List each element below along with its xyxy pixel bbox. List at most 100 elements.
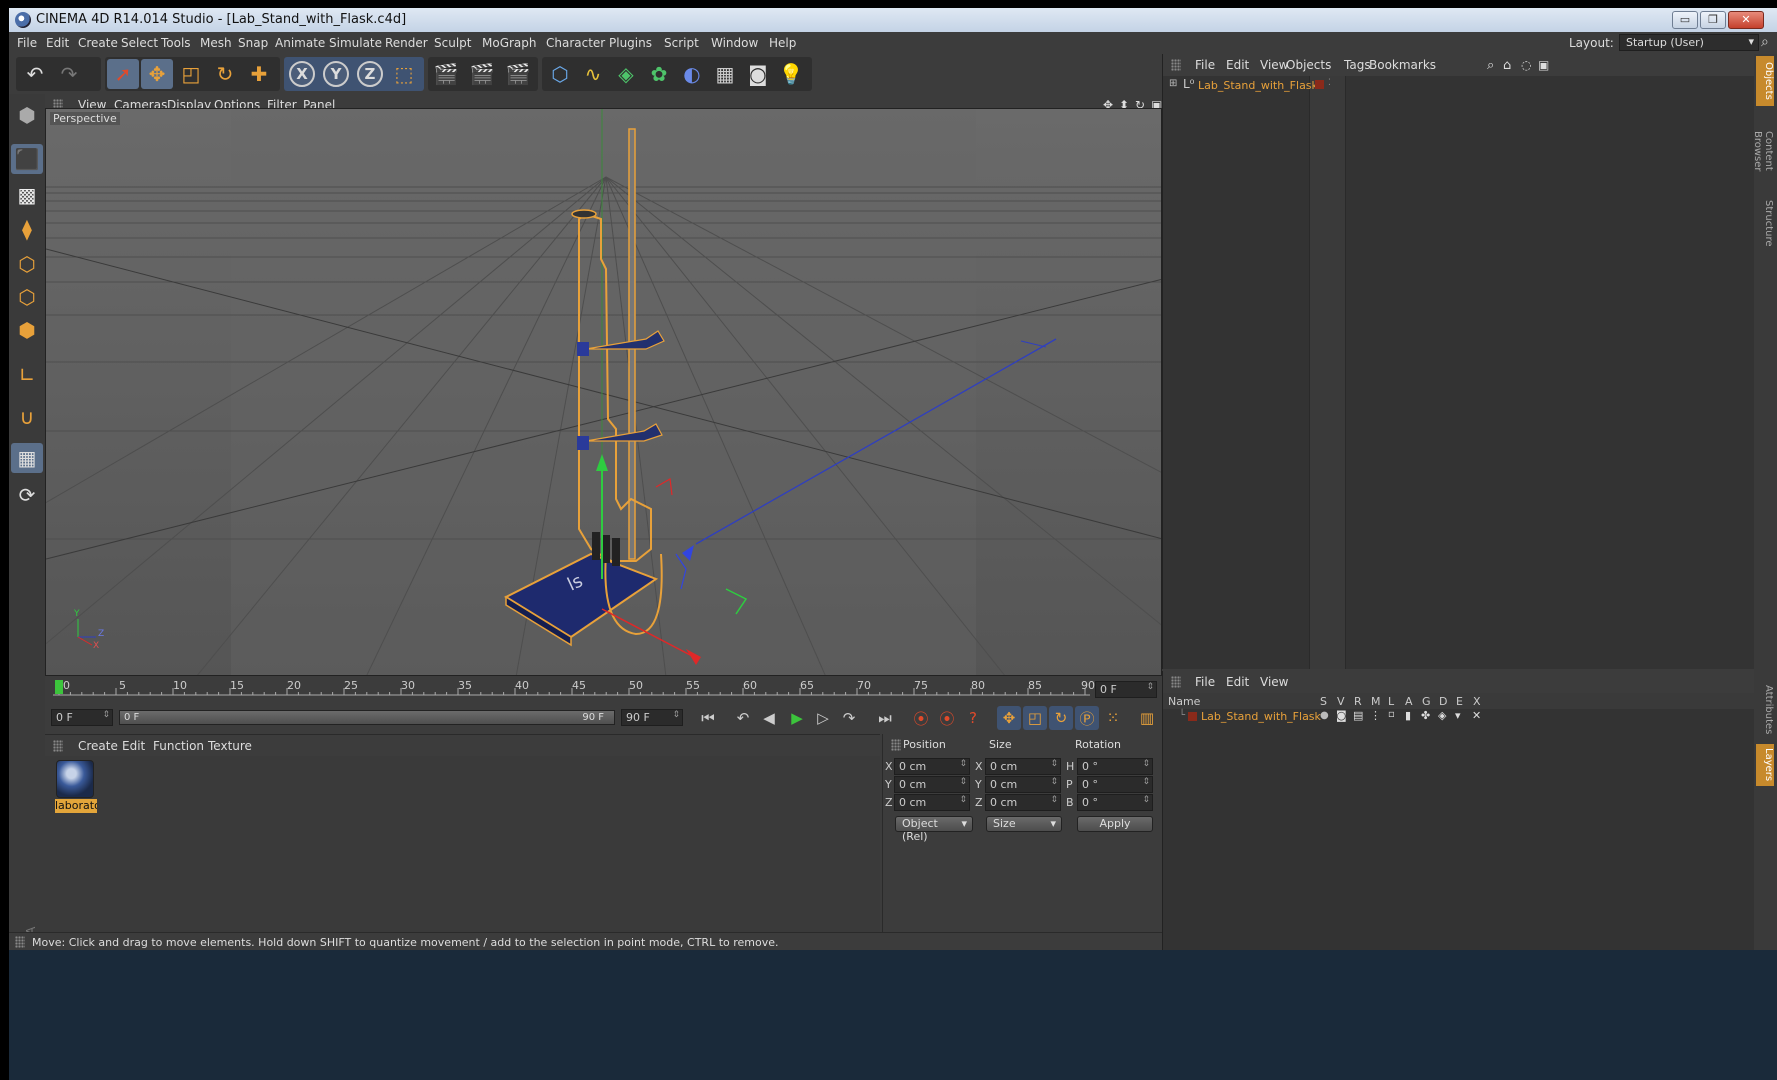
animation-toggle-icon[interactable]: ▮ [1405, 709, 1411, 722]
rotation-b-field[interactable]: 0 ° [1077, 794, 1153, 811]
panel-grip-icon[interactable] [15, 936, 25, 948]
move-tool-icon[interactable]: ✥ [141, 59, 173, 89]
material-menu-create[interactable]: Create [78, 739, 118, 753]
go-to-start-icon[interactable]: ⏮ [696, 706, 720, 730]
locked-workplane-icon[interactable]: ⟳ [11, 480, 43, 510]
om-menu-tags[interactable]: Tags [1344, 58, 1371, 72]
generators-toggle-icon[interactable]: ✤ [1421, 709, 1430, 722]
menu-snap[interactable]: Snap [238, 36, 268, 50]
close-button[interactable]: ✕ [1728, 11, 1764, 29]
make-editable-icon[interactable]: ⬢ [11, 100, 43, 130]
visibility-dots-icon[interactable]: ⁚ [1328, 78, 1331, 88]
camera-icon[interactable]: ◙ [742, 59, 774, 89]
minimize-button[interactable]: ▭ [1672, 11, 1698, 29]
layout-dropdown[interactable]: Startup (User) [1619, 34, 1759, 51]
menu-help[interactable]: Help [769, 36, 796, 50]
render-picture-viewer-icon[interactable]: 🎬 [466, 59, 498, 89]
redo-icon[interactable]: ↷ [53, 59, 85, 89]
menu-tools[interactable]: Tools [161, 36, 191, 50]
tab-attributes[interactable]: Attributes [1756, 680, 1774, 740]
menu-simulate[interactable]: Simulate [329, 36, 382, 50]
new-window-icon[interactable]: ▣ [1538, 58, 1549, 72]
position-y-field[interactable]: 0 cm [894, 776, 970, 793]
search-icon[interactable]: ⌕ [1761, 34, 1769, 50]
position-x-field[interactable]: 0 cm [894, 758, 970, 775]
subdivision-surface-icon[interactable]: ◈ [610, 59, 642, 89]
deformer-icon[interactable]: ◐ [676, 59, 708, 89]
expressions-toggle-icon[interactable]: ▾ [1455, 709, 1461, 722]
points-mode-icon[interactable]: ⬡ [11, 249, 43, 279]
rotation-p-field[interactable]: 0 ° [1077, 776, 1153, 793]
material-preview-thumbnail[interactable] [56, 760, 94, 798]
coordinate-system-icon[interactable]: ⬚ [388, 59, 420, 89]
menu-mesh[interactable]: Mesh [200, 36, 232, 50]
play-icon[interactable]: ▶ [785, 706, 809, 730]
tab-layers[interactable]: Layers [1756, 744, 1774, 786]
size-y-field[interactable]: 0 cm [985, 776, 1061, 793]
om-menu-view[interactable]: View [1260, 58, 1288, 72]
tab-structure[interactable]: Structure [1756, 196, 1774, 250]
x-axis-lock-button[interactable]: X [289, 61, 315, 87]
texture-mode-icon[interactable]: ▩ [11, 180, 43, 210]
restore-button[interactable]: ❐ [1700, 11, 1726, 29]
edges-mode-icon[interactable]: ⬡ [11, 282, 43, 312]
spline-icon[interactable]: ∿ [577, 59, 609, 89]
layer-row[interactable]: └ Lab_Stand_with_Flask ● ◙ ▤ ⋮ ▫ ▮ ✤ ◈ ▾… [1163, 709, 1754, 725]
previous-frame-icon[interactable]: ◀ [757, 706, 781, 730]
menu-character[interactable]: Character [546, 36, 605, 50]
om-menu-bookmarks[interactable]: Bookmarks [1369, 58, 1436, 72]
om-menu-objects[interactable]: Objects [1286, 58, 1331, 72]
panel-grip-icon[interactable] [891, 739, 901, 751]
menu-window[interactable]: Window [711, 36, 758, 50]
menu-edit[interactable]: Edit [46, 36, 69, 50]
light-icon[interactable]: 💡 [775, 59, 807, 89]
key-position-icon[interactable]: ✥ [997, 706, 1021, 730]
layer-color-swatch[interactable] [1188, 712, 1197, 721]
y-axis-lock-button[interactable]: Y [323, 61, 349, 87]
menu-create[interactable]: Create [78, 36, 118, 50]
z-axis-lock-button[interactable]: Z [357, 61, 383, 87]
perspective-viewport[interactable]: ls Perspective Y Z X [45, 108, 1162, 676]
object-row[interactable]: ⊞ L⁰ Lab_Stand_with_Flask ⁚ [1163, 76, 1754, 94]
search-icon[interactable]: ⌕ [1487, 58, 1494, 73]
menu-select[interactable]: Select [121, 36, 158, 50]
menu-sculpt[interactable]: Sculpt [434, 36, 471, 50]
menu-script[interactable]: Script [664, 36, 699, 50]
autokeying-icon[interactable]: ⦿ [935, 706, 959, 730]
menu-render[interactable]: Render [385, 36, 428, 50]
coordinate-mode-dropdown[interactable]: Object (Rel) [895, 816, 973, 843]
position-z-field[interactable]: 0 cm [894, 794, 970, 811]
om-menu-file[interactable]: File [1195, 58, 1215, 72]
material-menu-texture[interactable]: Texture [208, 739, 252, 753]
create-tool-icon[interactable]: ✚ [243, 59, 275, 89]
preview-range-slider[interactable]: 0 F 90 F [119, 710, 615, 725]
layer-name[interactable]: Lab_Stand_with_Flask [1201, 710, 1321, 723]
current-frame-field[interactable]: 0 F [1095, 681, 1157, 698]
panel-grip-icon[interactable] [1171, 59, 1181, 71]
solo-toggle-icon[interactable]: ● [1320, 710, 1329, 721]
lm-menu-edit[interactable]: Edit [1226, 675, 1249, 689]
material-menu-edit[interactable]: Edit [122, 739, 145, 753]
workplane-mode-icon[interactable]: ⧫ [11, 214, 43, 244]
rotation-h-field[interactable]: 0 ° [1077, 758, 1153, 775]
view-toggle-icon[interactable]: ◙ [1336, 709, 1347, 722]
lm-menu-view[interactable]: View [1260, 675, 1288, 689]
deformers-toggle-icon[interactable]: ◈ [1438, 709, 1446, 722]
next-key-icon[interactable]: ↷ [837, 706, 861, 730]
array-icon[interactable]: ✿ [643, 59, 675, 89]
undo-icon[interactable]: ↶ [19, 59, 51, 89]
timeline-ruler[interactable]: 0 5 10 15 20 25 30 35 40 45 50 55 60 65 … [45, 676, 1162, 702]
size-mode-dropdown[interactable]: Size [986, 816, 1062, 832]
panel-grip-icon[interactable] [53, 740, 63, 752]
go-to-end-icon[interactable]: ⏭ [873, 706, 897, 730]
menu-plugins[interactable]: Plugins [609, 36, 652, 50]
timeline-window-icon[interactable]: ▥ [1135, 706, 1159, 730]
render-view-icon[interactable]: 🎬 [430, 59, 462, 89]
axis-mode-icon[interactable]: ∟ [11, 360, 43, 390]
xref-toggle-icon[interactable]: ✕ [1472, 709, 1481, 722]
om-menu-edit[interactable]: Edit [1226, 58, 1249, 72]
polygons-mode-icon[interactable]: ⬢ [11, 315, 43, 345]
tab-content-browser[interactable]: Content Browser [1752, 110, 1774, 192]
floor-icon[interactable]: ▦ [709, 59, 741, 89]
layer-color-swatch[interactable] [1315, 80, 1324, 89]
